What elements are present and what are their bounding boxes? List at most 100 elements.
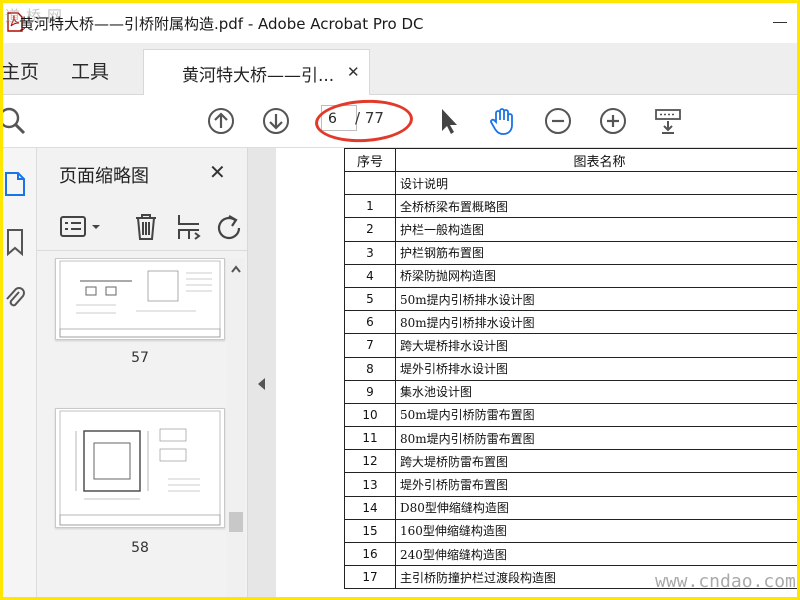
row-number: 16 bbox=[344, 541, 396, 567]
drawing-name: D80型伸缩缝构造图 bbox=[395, 495, 797, 520]
thumbnail-options-icon[interactable] bbox=[59, 214, 103, 240]
table-row: 2 护栏一般构造图 bbox=[344, 217, 797, 242]
scrollbar-thumb[interactable] bbox=[229, 512, 243, 532]
table-row: 16 240型伸缩缝构造图 bbox=[344, 541, 797, 567]
row-number: 8 bbox=[344, 356, 396, 381]
drawing-name: 护栏一般构造图 bbox=[395, 217, 797, 242]
thumbnail-scrollbar[interactable] bbox=[227, 258, 245, 597]
zoom-out-icon[interactable] bbox=[543, 106, 573, 136]
acrobat-window: 道桥网 黄河特大桥——引桥附属构造.pdf - Adobe Acrobat Pr… bbox=[3, 3, 797, 597]
minimize-button[interactable] bbox=[769, 11, 791, 33]
drawing-name: 桥梁防抛网构造图 bbox=[395, 263, 797, 288]
tab-document-label: 黄河特大桥——引... bbox=[182, 66, 335, 86]
thumbnail-page-57[interactable] bbox=[55, 258, 225, 340]
search-icon[interactable] bbox=[3, 106, 27, 136]
rotate-page-icon[interactable] bbox=[215, 212, 243, 242]
tab-bar: 主页 工具 黄河特大桥——引... ✕ bbox=[3, 43, 797, 95]
table-row: 6 80m提内引桥排水设计图 bbox=[344, 310, 797, 335]
table-row: 10 50m堤内引桥防雷布置图 bbox=[344, 402, 797, 428]
table-row: 设计说明 bbox=[344, 170, 797, 196]
row-number: 3 bbox=[344, 240, 396, 265]
drawing-name: 堤外引桥防雷布置图 bbox=[395, 472, 797, 497]
row-number: 13 bbox=[344, 472, 396, 497]
row-number: 9 bbox=[344, 379, 396, 404]
row-number bbox=[344, 170, 396, 196]
toolbar: 6 / 77 bbox=[3, 95, 797, 148]
column-header-number: 序号 bbox=[344, 148, 396, 172]
table-header-row: 序号 图表名称 bbox=[344, 148, 797, 172]
thumbnail-toolbar bbox=[37, 204, 247, 251]
thumbnail-panel: 页面缩略图 ✕ 57 58 bbox=[37, 148, 248, 597]
table-row: 15 160型伸缩缝构造图 bbox=[344, 518, 797, 544]
row-number: 7 bbox=[344, 333, 396, 358]
drawing-name: 80m提内引桥排水设计图 bbox=[395, 310, 797, 335]
thumbnail-page-58[interactable] bbox=[55, 408, 225, 528]
drawing-name: 160型伸缩缝构造图 bbox=[395, 518, 797, 544]
row-number: 1 bbox=[344, 194, 396, 219]
table-row: 1 全桥桥梁布置概略图 bbox=[344, 194, 797, 219]
drawing-preview bbox=[59, 260, 221, 338]
thumbnail-page-number: 57 bbox=[131, 350, 149, 366]
drawing-name: 堤外引桥排水设计图 bbox=[395, 356, 797, 381]
thumbnail-list: 57 58 bbox=[37, 258, 227, 597]
drawing-name: 跨大堤桥排水设计图 bbox=[395, 333, 797, 358]
page-display-icon[interactable] bbox=[653, 106, 683, 136]
column-header-name: 图表名称 bbox=[395, 148, 797, 172]
scroll-up-icon[interactable] bbox=[230, 264, 242, 274]
table-row: 3 护栏钢筋布置图 bbox=[344, 240, 797, 265]
row-number: 6 bbox=[344, 310, 396, 335]
document-viewport: 序号 图表名称 设计说明 1 全桥桥梁布置概略图 2 护栏一般构造图 3 护栏钢筋布置图 4 桥… bbox=[248, 148, 797, 597]
table-row: 9 集水池设计图 bbox=[344, 379, 797, 404]
navigation-rail bbox=[3, 148, 37, 597]
row-number: 10 bbox=[344, 402, 396, 428]
page-thumbnails-icon[interactable] bbox=[3, 170, 27, 198]
drawing-name: 全桥桥梁布置概略图 bbox=[395, 194, 797, 219]
row-number: 5 bbox=[344, 286, 396, 312]
table-row: 11 80m堤内引桥防雷布置图 bbox=[344, 426, 797, 451]
attachment-icon[interactable] bbox=[3, 284, 27, 312]
table-row: 8 堤外引桥排水设计图 bbox=[344, 356, 797, 381]
close-tab-icon[interactable]: ✕ bbox=[347, 63, 360, 81]
drawing-name: 集水池设计图 bbox=[395, 379, 797, 404]
table-row: 12 跨大堤桥防雷布置图 bbox=[344, 449, 797, 474]
row-number: 17 bbox=[344, 565, 396, 590]
table-row: 4 桥梁防抛网构造图 bbox=[344, 263, 797, 288]
drawing-name: 护栏钢筋布置图 bbox=[395, 240, 797, 265]
table-row: 7 跨大堤桥排水设计图 bbox=[344, 333, 797, 358]
drawing-name: 设计说明 bbox=[395, 170, 797, 196]
drawing-name: 50m堤内引桥防雷布置图 bbox=[395, 402, 797, 428]
row-number: 12 bbox=[344, 449, 396, 474]
close-panel-icon[interactable]: ✕ bbox=[209, 160, 226, 184]
extract-page-icon[interactable] bbox=[175, 212, 203, 242]
row-number: 4 bbox=[344, 263, 396, 288]
thumbnail-panel-title: 页面缩略图 bbox=[59, 166, 149, 187]
window-title: 黄河特大桥——引桥附属构造.pdf - Adobe Acrobat Pro DC bbox=[19, 15, 424, 33]
row-number: 15 bbox=[344, 518, 396, 544]
bookmark-icon[interactable] bbox=[3, 228, 27, 256]
table-row: 14 D80型伸缩缝构造图 bbox=[344, 495, 797, 520]
tab-document[interactable]: 黄河特大桥——引... ✕ bbox=[143, 49, 370, 95]
drawing-name: 240型伸缩缝构造图 bbox=[395, 541, 797, 567]
row-number: 11 bbox=[344, 426, 396, 451]
site-watermark: www.cndao.com bbox=[655, 571, 796, 592]
drawing-index-table: 序号 图表名称 设计说明 1 全桥桥梁布置概略图 2 护栏一般构造图 3 护栏钢筋布置图 4 桥… bbox=[344, 148, 797, 590]
thumbnail-page-number: 58 bbox=[131, 540, 149, 556]
collapse-panel-icon[interactable] bbox=[258, 378, 265, 390]
row-number: 14 bbox=[344, 495, 396, 520]
tab-tools[interactable]: 工具 bbox=[71, 57, 109, 84]
previous-page-icon[interactable] bbox=[206, 106, 236, 136]
tab-home[interactable]: 主页 bbox=[3, 57, 39, 84]
table-row: 13 堤外引桥防雷布置图 bbox=[344, 472, 797, 497]
drawing-name: 跨大堤桥防雷布置图 bbox=[395, 449, 797, 474]
table-row: 5 50m提内引桥排水设计图 bbox=[344, 286, 797, 312]
row-number: 2 bbox=[344, 217, 396, 242]
pdf-page: 序号 图表名称 设计说明 1 全桥桥梁布置概略图 2 护栏一般构造图 3 护栏钢筋布置图 4 桥… bbox=[276, 148, 797, 597]
zoom-in-icon[interactable] bbox=[598, 106, 628, 136]
drawing-name: 80m堤内引桥防雷布置图 bbox=[395, 426, 797, 451]
hand-tool-icon[interactable] bbox=[487, 106, 517, 136]
title-bar: 道桥网 黄河特大桥——引桥附属构造.pdf - Adobe Acrobat Pr… bbox=[3, 3, 797, 43]
next-page-icon[interactable] bbox=[261, 106, 291, 136]
delete-page-icon[interactable] bbox=[133, 212, 159, 242]
select-cursor-icon[interactable] bbox=[433, 106, 463, 136]
drawing-preview bbox=[59, 410, 221, 526]
